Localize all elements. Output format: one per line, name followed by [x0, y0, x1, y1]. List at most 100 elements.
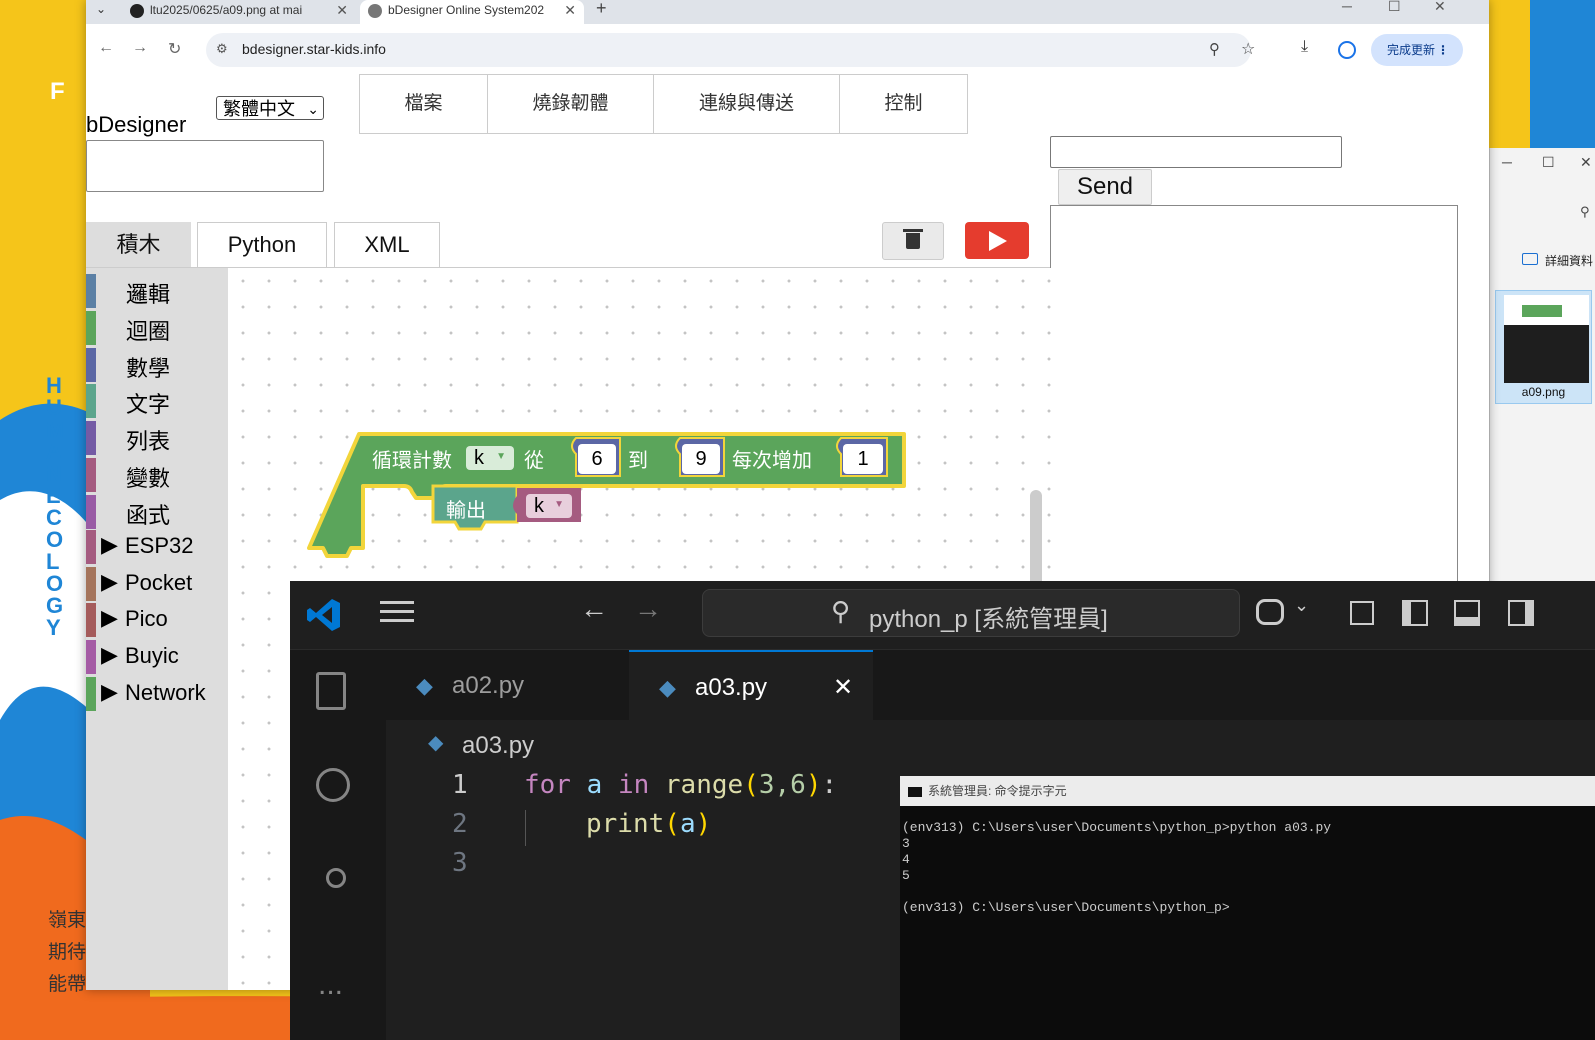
toolbox-category[interactable]: 文字 — [86, 384, 228, 418]
tab-title: bDesigner Online System202 — [388, 3, 545, 17]
send-input[interactable] — [1050, 136, 1342, 168]
menu-firmware[interactable]: 燒錄韌體 — [488, 75, 654, 133]
file-tile[interactable]: a09.png — [1495, 290, 1592, 404]
toolbox-category[interactable]: 變數 — [86, 458, 228, 492]
toolbox-category[interactable]: 迴圈 — [86, 311, 228, 345]
back-icon[interactable]: ← — [580, 593, 608, 625]
menu-connect[interactable]: 連線與傳送 — [654, 75, 840, 133]
trash-button[interactable] — [882, 222, 944, 260]
chevron-down-icon: ⌄ — [307, 101, 319, 117]
toggle-sidebar-icon[interactable] — [1402, 600, 1428, 626]
file-explorer-window[interactable]: ─ ☐ ✕ ⚲ 詳細資料 a09.png — [1489, 148, 1595, 588]
tab-search-icon[interactable]: ⌄ — [96, 2, 106, 16]
forward-icon[interactable]: → — [132, 39, 148, 57]
toolbox-category[interactable]: ▶ Network — [86, 677, 228, 711]
tab-blocks[interactable]: 積木 — [86, 222, 191, 267]
browser-tab-bdesigner[interactable]: bDesigner Online System202 ✕ — [360, 0, 584, 24]
menu-dots-icon[interactable]: ⋮ — [1437, 34, 1449, 66]
expand-arrow-icon[interactable]: ▶ — [101, 569, 118, 595]
from-value[interactable]: 6 — [578, 444, 616, 474]
hamburger-menu-icon[interactable] — [380, 601, 414, 625]
file-name[interactable]: a09.png — [1496, 385, 1591, 399]
to-value[interactable]: 9 — [682, 444, 720, 474]
back-icon[interactable]: ← — [98, 39, 114, 57]
bookmark-star-icon[interactable]: ☆ — [1241, 39, 1255, 59]
chevron-down-icon[interactable]: ⌄ — [1294, 595, 1309, 616]
toggle-panel-icon[interactable] — [1454, 600, 1480, 626]
bracket: ) — [695, 809, 712, 839]
search-icon: ⚲ — [831, 596, 851, 626]
expand-arrow-icon[interactable]: ▶ — [101, 642, 118, 668]
run-button[interactable] — [965, 222, 1029, 259]
copilot-icon[interactable] — [1256, 599, 1284, 625]
source-control-icon[interactable] — [326, 868, 346, 888]
command-center[interactable]: ⚲ python_p [系統管理員] — [702, 589, 1240, 637]
close-tab-icon[interactable]: ✕ — [336, 0, 348, 20]
customize-layout-icon[interactable] — [1350, 601, 1374, 625]
details-pane-icon[interactable] — [1522, 253, 1538, 265]
zoom-icon[interactable]: ⚲ — [1209, 40, 1220, 58]
trash-icon — [906, 233, 920, 249]
close-icon[interactable]: ✕ — [1580, 154, 1592, 171]
category-label: 迴圈 — [126, 319, 171, 344]
update-button[interactable]: 完成更新 ⋮ — [1371, 34, 1463, 66]
details-label[interactable]: 詳細資料 — [1545, 252, 1593, 269]
device-textarea[interactable] — [86, 140, 324, 192]
close-tab-icon[interactable]: ✕ — [564, 0, 576, 20]
toolbox-category[interactable]: 數學 — [86, 348, 228, 382]
python-icon: ◆ — [659, 675, 676, 700]
minimize-icon[interactable]: ─ — [1342, 0, 1352, 14]
dropdown-arrow-icon: ▼ — [496, 451, 506, 462]
arguments: 3,6 — [758, 770, 806, 800]
close-icon[interactable]: ✕ — [1434, 0, 1446, 15]
toolbox-category[interactable]: 列表 — [86, 421, 228, 455]
toggle-secondary-sidebar-icon[interactable] — [1508, 600, 1534, 626]
tab-xml[interactable]: XML — [334, 222, 440, 267]
send-button[interactable]: Send — [1058, 169, 1152, 205]
command-prompt-window[interactable]: 系統管理員: 命令提示字元 (env313) C:\Users\user\Doc… — [900, 776, 1595, 1040]
site-info-icon[interactable]: ⚙ — [216, 41, 228, 57]
expand-arrow-icon[interactable]: ▶ — [101, 605, 118, 631]
explorer-icon[interactable] — [316, 672, 346, 710]
url-text[interactable]: bdesigner.star-kids.info — [242, 41, 386, 57]
cmd-titlebar: 系統管理員: 命令提示字元 — [900, 776, 1595, 806]
search-icon[interactable] — [316, 768, 350, 802]
print-var-dropdown[interactable]: k ▼ — [526, 494, 572, 518]
toolbox-category[interactable]: 函式 — [86, 495, 228, 529]
maximize-icon[interactable]: ☐ — [1388, 0, 1401, 15]
browser-tab-github[interactable]: ltu2025/0625/a09.png at mai ✕ — [130, 0, 356, 24]
expand-arrow-icon[interactable]: ▶ — [101, 532, 118, 558]
trash-lid — [903, 229, 923, 232]
minimize-icon[interactable]: ─ — [1502, 154, 1512, 170]
menu-control[interactable]: 控制 — [840, 75, 967, 133]
toolbox-category[interactable]: ▶ Buyic — [86, 640, 228, 674]
search-icon[interactable]: ⚲ — [1580, 204, 1590, 220]
loop-var-dropdown[interactable]: k ▼ — [466, 446, 514, 470]
new-tab-button[interactable]: + — [596, 0, 607, 19]
code-line-1[interactable]: for a in range(3,6): — [524, 770, 837, 800]
bracket: ( — [664, 809, 680, 839]
toolbox-category[interactable]: ▶ Pocket — [86, 567, 228, 601]
toolbox-category[interactable]: ▶ ESP32 — [86, 530, 228, 564]
breadcrumb[interactable]: a03.py — [462, 732, 534, 760]
code-line-2[interactable]: print(a) — [586, 809, 711, 839]
profile-icon[interactable] — [1338, 41, 1356, 59]
step-value[interactable]: 1 — [843, 444, 883, 474]
reload-icon[interactable]: ↻ — [168, 39, 181, 59]
menu-file[interactable]: 檔案 — [360, 75, 488, 133]
download-icon[interactable]: ⤓ — [1301, 38, 1308, 56]
cmd-title: 系統管理員: 命令提示字元 — [928, 784, 1067, 798]
tab-python[interactable]: Python — [197, 222, 327, 267]
language-select[interactable]: 繁體中文 ⌄ — [216, 96, 324, 120]
forward-icon[interactable]: → — [634, 593, 662, 625]
terminal-line: 4 — [902, 852, 910, 867]
expand-arrow-icon[interactable]: ▶ — [101, 679, 118, 705]
maximize-icon[interactable]: ☐ — [1542, 154, 1555, 171]
tab-a02[interactable]: ◆ a02.py — [386, 650, 630, 720]
toolbox-category[interactable]: ▶ Pico — [86, 603, 228, 637]
close-tab-icon[interactable]: ✕ — [833, 652, 853, 724]
toolbox-category[interactable]: 邏輯 — [86, 274, 228, 308]
more-icon[interactable]: ... — [318, 968, 343, 1002]
address-bar[interactable]: ⚙ bdesigner.star-kids.info ⚲ ☆ — [206, 33, 1255, 67]
tab-a03[interactable]: ◆ a03.py ✕ — [629, 650, 873, 720]
